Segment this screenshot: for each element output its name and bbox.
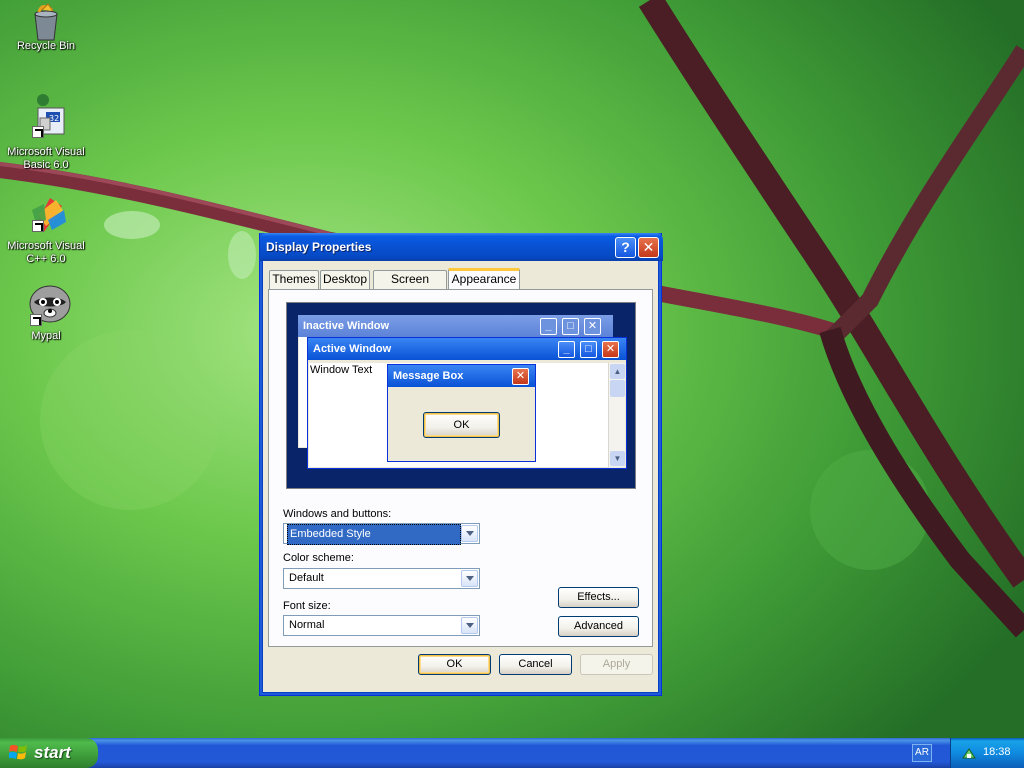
desktop-icon-label: Microsoft Visual Basic 6.0 xyxy=(7,146,85,171)
mypal-icon xyxy=(28,282,71,326)
maximize-icon: □ xyxy=(562,318,579,335)
help-button[interactable]: ? xyxy=(615,237,636,258)
display-properties-dialog: Display Properties ? ✕ Themes Desktop Sc… xyxy=(259,233,663,696)
color-scheme-label: Color scheme: xyxy=(283,552,354,564)
scroll-down-icon: ▼ xyxy=(610,451,625,466)
font-size-value: Normal xyxy=(289,619,325,631)
close-button[interactable]: ✕ xyxy=(638,237,659,258)
shortcut-arrow-icon xyxy=(32,126,44,138)
system-tray: 18:38 xyxy=(950,738,1024,768)
preview-message-box: Message Box ✕ OK xyxy=(387,364,536,462)
tab-appearance[interactable]: Appearance xyxy=(448,268,520,290)
preview-message-title: Message Box xyxy=(393,370,464,382)
start-button[interactable]: start xyxy=(0,738,98,768)
preview-inactive-title: Inactive Window xyxy=(303,320,390,332)
visual-basic-icon: 32 xyxy=(28,94,65,144)
ok-button[interactable]: OK xyxy=(418,654,491,675)
desktop-icon-label: Mypal xyxy=(31,330,61,342)
minimize-icon: _ xyxy=(540,318,557,335)
tab-desktop[interactable]: Desktop xyxy=(320,270,370,289)
minimize-icon: _ xyxy=(558,341,575,358)
tab-themes[interactable]: Themes xyxy=(269,270,319,289)
language-indicator[interactable]: AR xyxy=(912,744,932,762)
apply-button[interactable]: Apply xyxy=(580,654,653,675)
preview-window-text: Window Text xyxy=(310,364,373,376)
preview-scrollbar: ▲ ▼ xyxy=(608,363,625,467)
network-icon[interactable] xyxy=(962,746,976,760)
appearance-preview: Inactive Window _ □ ✕ Active Window _ □ … xyxy=(286,302,636,489)
desktop-icon-visual-basic[interactable]: 32 Microsoft Visual Basic 6.0 xyxy=(1,94,91,172)
preview-ok-button: OK xyxy=(423,412,500,438)
shortcut-arrow-icon xyxy=(30,314,42,326)
close-icon: ✕ xyxy=(602,341,619,358)
font-size-label: Font size: xyxy=(283,600,331,612)
close-icon: ✕ xyxy=(512,368,529,385)
tab-screen-saver[interactable]: Screen Saver xyxy=(373,270,447,303)
effects-button[interactable]: Effects... xyxy=(558,587,639,608)
shortcut-arrow-icon xyxy=(32,220,44,232)
desktop-icon-label: Microsoft Visual C++ 6.0 xyxy=(7,240,85,265)
start-label: start xyxy=(34,743,71,762)
chevron-down-icon[interactable] xyxy=(461,617,478,634)
clock[interactable]: 18:38 xyxy=(983,746,1011,758)
scroll-thumb xyxy=(610,380,625,397)
windows-logo-icon xyxy=(9,744,27,760)
desktop-icon-mypal[interactable]: Mypal xyxy=(1,282,91,343)
visual-cpp-icon xyxy=(28,194,66,232)
windows-buttons-label: Windows and buttons: xyxy=(283,508,392,520)
dialog-title: Display Properties xyxy=(266,240,372,254)
color-scheme-value: Default xyxy=(289,572,324,584)
preview-active-titlebar: Active Window xyxy=(308,338,626,360)
chevron-down-icon[interactable] xyxy=(461,525,478,542)
windows-buttons-value: Embedded Style xyxy=(287,524,461,545)
taskbar: start AR 18:38 xyxy=(0,738,1024,768)
recycle-bin-icon xyxy=(28,2,64,41)
windows-buttons-select[interactable]: Embedded Style xyxy=(283,523,480,545)
font-size-select[interactable]: Normal xyxy=(283,615,480,636)
desktop-icon-visual-cpp[interactable]: Microsoft Visual C++ 6.0 xyxy=(1,194,91,266)
svg-text:32: 32 xyxy=(49,114,59,123)
cancel-button[interactable]: Cancel xyxy=(499,654,572,675)
advanced-button[interactable]: Advanced xyxy=(558,616,639,637)
chevron-down-icon[interactable] xyxy=(461,570,478,587)
maximize-icon: □ xyxy=(580,341,597,358)
scroll-up-icon: ▲ xyxy=(610,364,625,379)
preview-active-title: Active Window xyxy=(313,343,392,355)
color-scheme-select[interactable]: Default xyxy=(283,568,480,589)
appearance-panel: Inactive Window _ □ ✕ Active Window _ □ … xyxy=(268,289,653,647)
dialog-titlebar[interactable]: Display Properties ? ✕ xyxy=(260,233,663,261)
close-icon: ✕ xyxy=(584,318,601,335)
desktop-icon-recycle-bin[interactable]: Recycle Bin xyxy=(1,2,91,53)
